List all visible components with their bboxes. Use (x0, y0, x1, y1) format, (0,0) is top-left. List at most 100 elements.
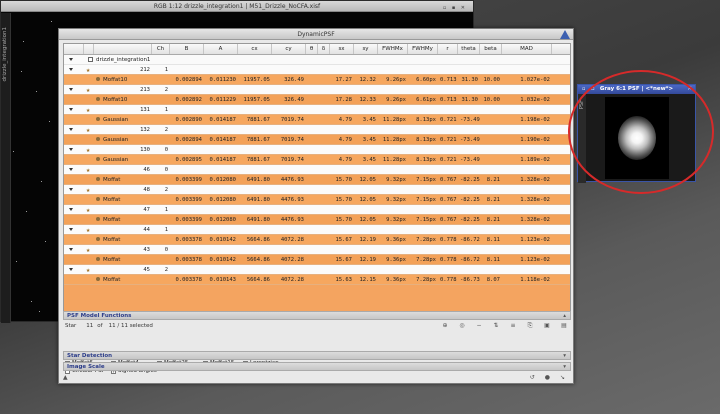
column-header[interactable] (94, 44, 152, 54)
column-header[interactable]: sx (330, 44, 354, 54)
star-row[interactable]: ★ 213 2 (64, 85, 570, 95)
star-row[interactable]: ★ 212 1 (64, 65, 570, 75)
dynamicpsf-window[interactable]: DynamicPSF Ch B Acx cy θ δ sx sy FWHMx FWHMy r thet… (58, 28, 574, 384)
column-header[interactable]: A (204, 44, 238, 54)
cell-sy: 12.15 (359, 276, 376, 283)
psf-data-row[interactable]: Moffat 0.003378 0.010143 5664.86 4072.28 15.6… (64, 275, 570, 285)
column-header[interactable] (64, 44, 84, 54)
psf-data-row[interactable]: Moffat 0.003378 0.010142 5664.86 4072.28 15.6… (64, 235, 570, 245)
expand-icon[interactable] (64, 187, 84, 193)
psf-data-row[interactable]: Moffat10 0.002894 0.011230 11957.05 326.49 17… (64, 75, 570, 85)
section-image-scale[interactable]: Image Scale ▾ (63, 362, 571, 371)
image-icon[interactable]: ▣ (544, 323, 550, 329)
export-icon[interactable]: ⎘ (527, 323, 533, 329)
average-icon[interactable]: ≡ (510, 323, 516, 329)
cell-beta: 10.00 (483, 96, 500, 103)
psf-data-row[interactable]: Moffat 0.003399 0.012080 6491.80 4476.93 15.7… (64, 215, 570, 225)
collapse-icon[interactable]: ▴ (563, 312, 566, 320)
column-header[interactable]: cx (238, 44, 272, 54)
expand-icon[interactable] (64, 127, 84, 133)
column-header[interactable]: B (170, 44, 204, 54)
expand-icon[interactable] (64, 267, 84, 273)
column-header[interactable]: beta (480, 44, 502, 54)
psf-data-row[interactable]: Moffat 0.003399 0.012080 6491.80 4476.93 15.7… (64, 195, 570, 205)
star-row[interactable]: ★ 46 0 (64, 165, 570, 175)
new-instance-icon[interactable]: ▲ (63, 374, 68, 382)
psf-function: Moffat (103, 196, 121, 203)
statistics-icon[interactable]: ▤ (561, 323, 567, 329)
expand-icon[interactable] (64, 57, 84, 63)
expand-icon[interactable] (64, 207, 84, 213)
expand-icon[interactable] (64, 67, 84, 73)
column-header[interactable]: r (438, 44, 458, 54)
cell-A: 0.012080 (209, 196, 237, 203)
psf-function: Moffat (103, 216, 121, 223)
column-header[interactable]: Ch (152, 44, 170, 54)
cell-sx: 4.79 (338, 116, 352, 123)
section-image-scale-label: Image Scale (67, 364, 105, 370)
column-header[interactable]: cy (272, 44, 306, 54)
column-header[interactable]: sy (354, 44, 378, 54)
column-header[interactable]: FWHMx (378, 44, 408, 54)
star-row[interactable]: ★ 132 2 (64, 125, 570, 135)
column-header[interactable]: theta (458, 44, 480, 54)
table-root-row[interactable]: drizzle_integration1 (64, 55, 570, 65)
psf-data-row[interactable]: Moffat10 0.002892 0.011229 11957.05 326.49 17… (64, 95, 570, 105)
psf-fit-icon (96, 176, 100, 181)
apply-icon[interactable]: ● (545, 374, 550, 382)
star-row[interactable]: ★ 48 2 (64, 185, 570, 195)
psf-data-row[interactable]: Gaussian 0.002890 0.014187 7881.67 7019.74 4.… (64, 115, 570, 125)
cell-fwhmy: 7.15px (416, 216, 436, 223)
cell-fwhmx: 11.28px (382, 156, 406, 163)
star-row[interactable]: ★ 130 0 (64, 145, 570, 155)
table-toolbar: ⊕ ◎ − ⇅ ≡ ⎘ ▣ ▤ (442, 323, 571, 329)
expand-icon[interactable]: ▾ (563, 363, 566, 371)
column-header[interactable]: δ (318, 44, 330, 54)
cell-mad: 1.328e-02 (520, 216, 550, 223)
image-side-tab[interactable]: drizzle_integration1 (1, 13, 11, 323)
star-channel: 0 (164, 246, 168, 253)
psf-table[interactable]: Ch B Acx cy θ δ sx sy FWHMx FWHMy r theta beta MAD dr… (63, 43, 571, 319)
psf-data-row[interactable]: Gaussian 0.002895 0.014187 7881.67 7019.74 4.… (64, 155, 570, 165)
cell-cy: 4072.28 (280, 236, 304, 243)
reset-icon[interactable]: ↺ (530, 374, 535, 382)
expand-icon[interactable] (64, 247, 84, 253)
column-header[interactable]: FWHMy (408, 44, 438, 54)
column-header[interactable]: MAD (502, 44, 552, 54)
star-row[interactable]: ★ 47 1 (64, 205, 570, 215)
expand-icon[interactable] (64, 87, 84, 93)
cell-mad: 1.198e-02 (520, 116, 550, 123)
window-controls-icon[interactable]: ▫ ▪ ✕ (443, 3, 467, 14)
dynamicpsf-titlebar[interactable]: DynamicPSF (59, 29, 573, 40)
star-row[interactable]: ★ 44 1 (64, 225, 570, 235)
center-icon[interactable]: ◎ (459, 323, 465, 329)
cell-theta: -82.25 (460, 176, 480, 183)
cell-fwhmy: 7.15px (416, 176, 436, 183)
star-row[interactable]: ★ 43 0 (64, 245, 570, 255)
expand-icon[interactable] (64, 227, 84, 233)
psf-data-row[interactable]: Moffat 0.003378 0.010142 5664.86 4072.28 15.6… (64, 255, 570, 265)
crosshair-icon[interactable]: ⊕ (442, 323, 448, 329)
cell-fwhmy: 7.15px (416, 196, 436, 203)
psf-data-row[interactable]: Moffat 0.003399 0.012080 6491.80 4476.93 15.7… (64, 175, 570, 185)
image-window-titlebar[interactable]: RGB 1:12 drizzle_integration1 | M51_Driz… (1, 1, 473, 12)
star-number: 45 (143, 266, 150, 273)
star-row[interactable]: ★ 45 2 (64, 265, 570, 275)
expand-icon[interactable] (64, 147, 84, 153)
expand-icon[interactable] (64, 107, 84, 113)
cell-theta: -73.49 (460, 116, 480, 123)
sort-icon[interactable]: ⇅ (493, 323, 499, 329)
help-icon[interactable]: ↘ (560, 374, 565, 382)
cell-sx: 4.79 (338, 136, 352, 143)
delete-icon[interactable]: − (476, 323, 482, 329)
cell-B: 0.003399 (175, 196, 203, 203)
expand-icon[interactable] (64, 167, 84, 173)
section-star-detection[interactable]: Star Detection ▾ (63, 351, 571, 360)
cell-fwhmx: 9.36px (386, 256, 406, 263)
section-psf-model[interactable]: PSF Model Functions ▴ (63, 311, 571, 320)
psf-data-row[interactable]: Gaussian 0.002894 0.014187 7881.67 7019.74 4.… (64, 135, 570, 145)
column-header[interactable]: θ (306, 44, 318, 54)
column-header[interactable] (84, 44, 94, 54)
star-row[interactable]: ★ 131 1 (64, 105, 570, 115)
expand-icon[interactable]: ▾ (563, 352, 566, 360)
